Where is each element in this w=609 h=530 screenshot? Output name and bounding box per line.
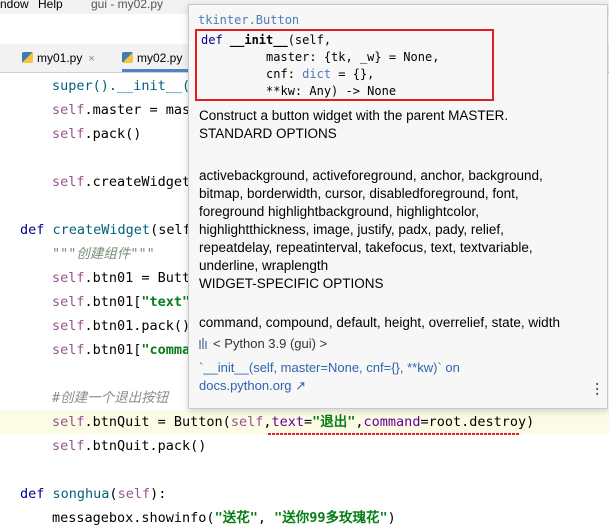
signature-line: master: {tk, _w} = None,	[201, 50, 440, 64]
python-file-icon	[22, 52, 33, 63]
doc-text: underline, wraplength	[199, 258, 329, 273]
code-line: """创建组件"""	[52, 246, 155, 262]
code-line: self.master = mas	[52, 102, 191, 118]
python-file-icon	[122, 52, 133, 63]
close-icon[interactable]: ×	[88, 53, 94, 65]
code-line: def songhua(self):	[20, 486, 167, 502]
tab-label: my01.py	[37, 51, 83, 65]
code-line: super().__init__(	[52, 78, 191, 94]
tab-my01[interactable]: my01.py ×	[22, 44, 95, 72]
signature-line: def __init__(self,	[201, 33, 332, 47]
code-line: messagebox.showinfo("送花", "送你99多玫瑰花")	[52, 510, 396, 526]
signature-box: def __init__(self, master: {tk, _w} = No…	[195, 29, 494, 101]
docs-python-link[interactable]: docs.python.org ↗	[199, 378, 306, 394]
window-title: gui - my02.py	[91, 0, 164, 11]
doc-text: bitmap, borderwidth, cursor, disabledfor…	[199, 186, 519, 201]
python-sdk-label: < Python 3.9 (gui) >	[199, 336, 327, 352]
signature-line: **kw: Any) -> None	[201, 84, 397, 98]
doc-heading: STANDARD OPTIONS	[199, 126, 337, 141]
doc-text: foreground highlightbackground, highligh…	[199, 204, 479, 219]
more-vertical-icon[interactable]: · · ·	[593, 378, 601, 402]
code-line: self.btn01["comma	[52, 342, 191, 358]
doc-text: activebackground, activeforeground, anch…	[199, 168, 543, 183]
code-line-current: self.btnQuit = Button(self,text="退出",com…	[0, 410, 609, 434]
code-line: self.btn01["text"	[52, 294, 191, 310]
signature-line: cnf: dict = {},	[201, 67, 375, 81]
code-line: def createWidget(self	[20, 222, 191, 238]
quick-doc-popup: tkinter.Button def __init__(self, master…	[188, 4, 608, 409]
doc-qualifier: tkinter.Button	[198, 13, 300, 27]
menu-help[interactable]: Help	[38, 0, 63, 11]
doc-text: command, compound, default, height, over…	[199, 315, 560, 330]
external-doc-link[interactable]: `__init__(self, master=None, cnf={}, **k…	[199, 360, 460, 375]
doc-text: Construct a button widget with the paren…	[199, 108, 509, 123]
menu-window[interactable]: ndow	[0, 0, 29, 11]
code-line: self.btn01 = Butt	[52, 270, 191, 286]
code-line: self.btnQuit.pack()	[52, 438, 207, 454]
doc-text: highlightthickness, image, justify, padx…	[199, 222, 504, 237]
doc-text: repeatdelay, repeatinterval, takefocus, …	[199, 240, 533, 255]
tab-label: my02.py	[137, 51, 183, 65]
code-comment: #创建一个退出按钮	[52, 390, 169, 406]
code-line: self.createWidget	[52, 174, 191, 190]
library-icon	[199, 337, 208, 352]
error-underline	[268, 433, 520, 435]
code-line: self.pack()	[52, 126, 142, 142]
tab-my02[interactable]: my02.py×	[122, 44, 195, 72]
doc-heading: WIDGET-SPECIFIC OPTIONS	[199, 276, 384, 291]
code-line: self.btn01.pack()	[52, 318, 191, 334]
